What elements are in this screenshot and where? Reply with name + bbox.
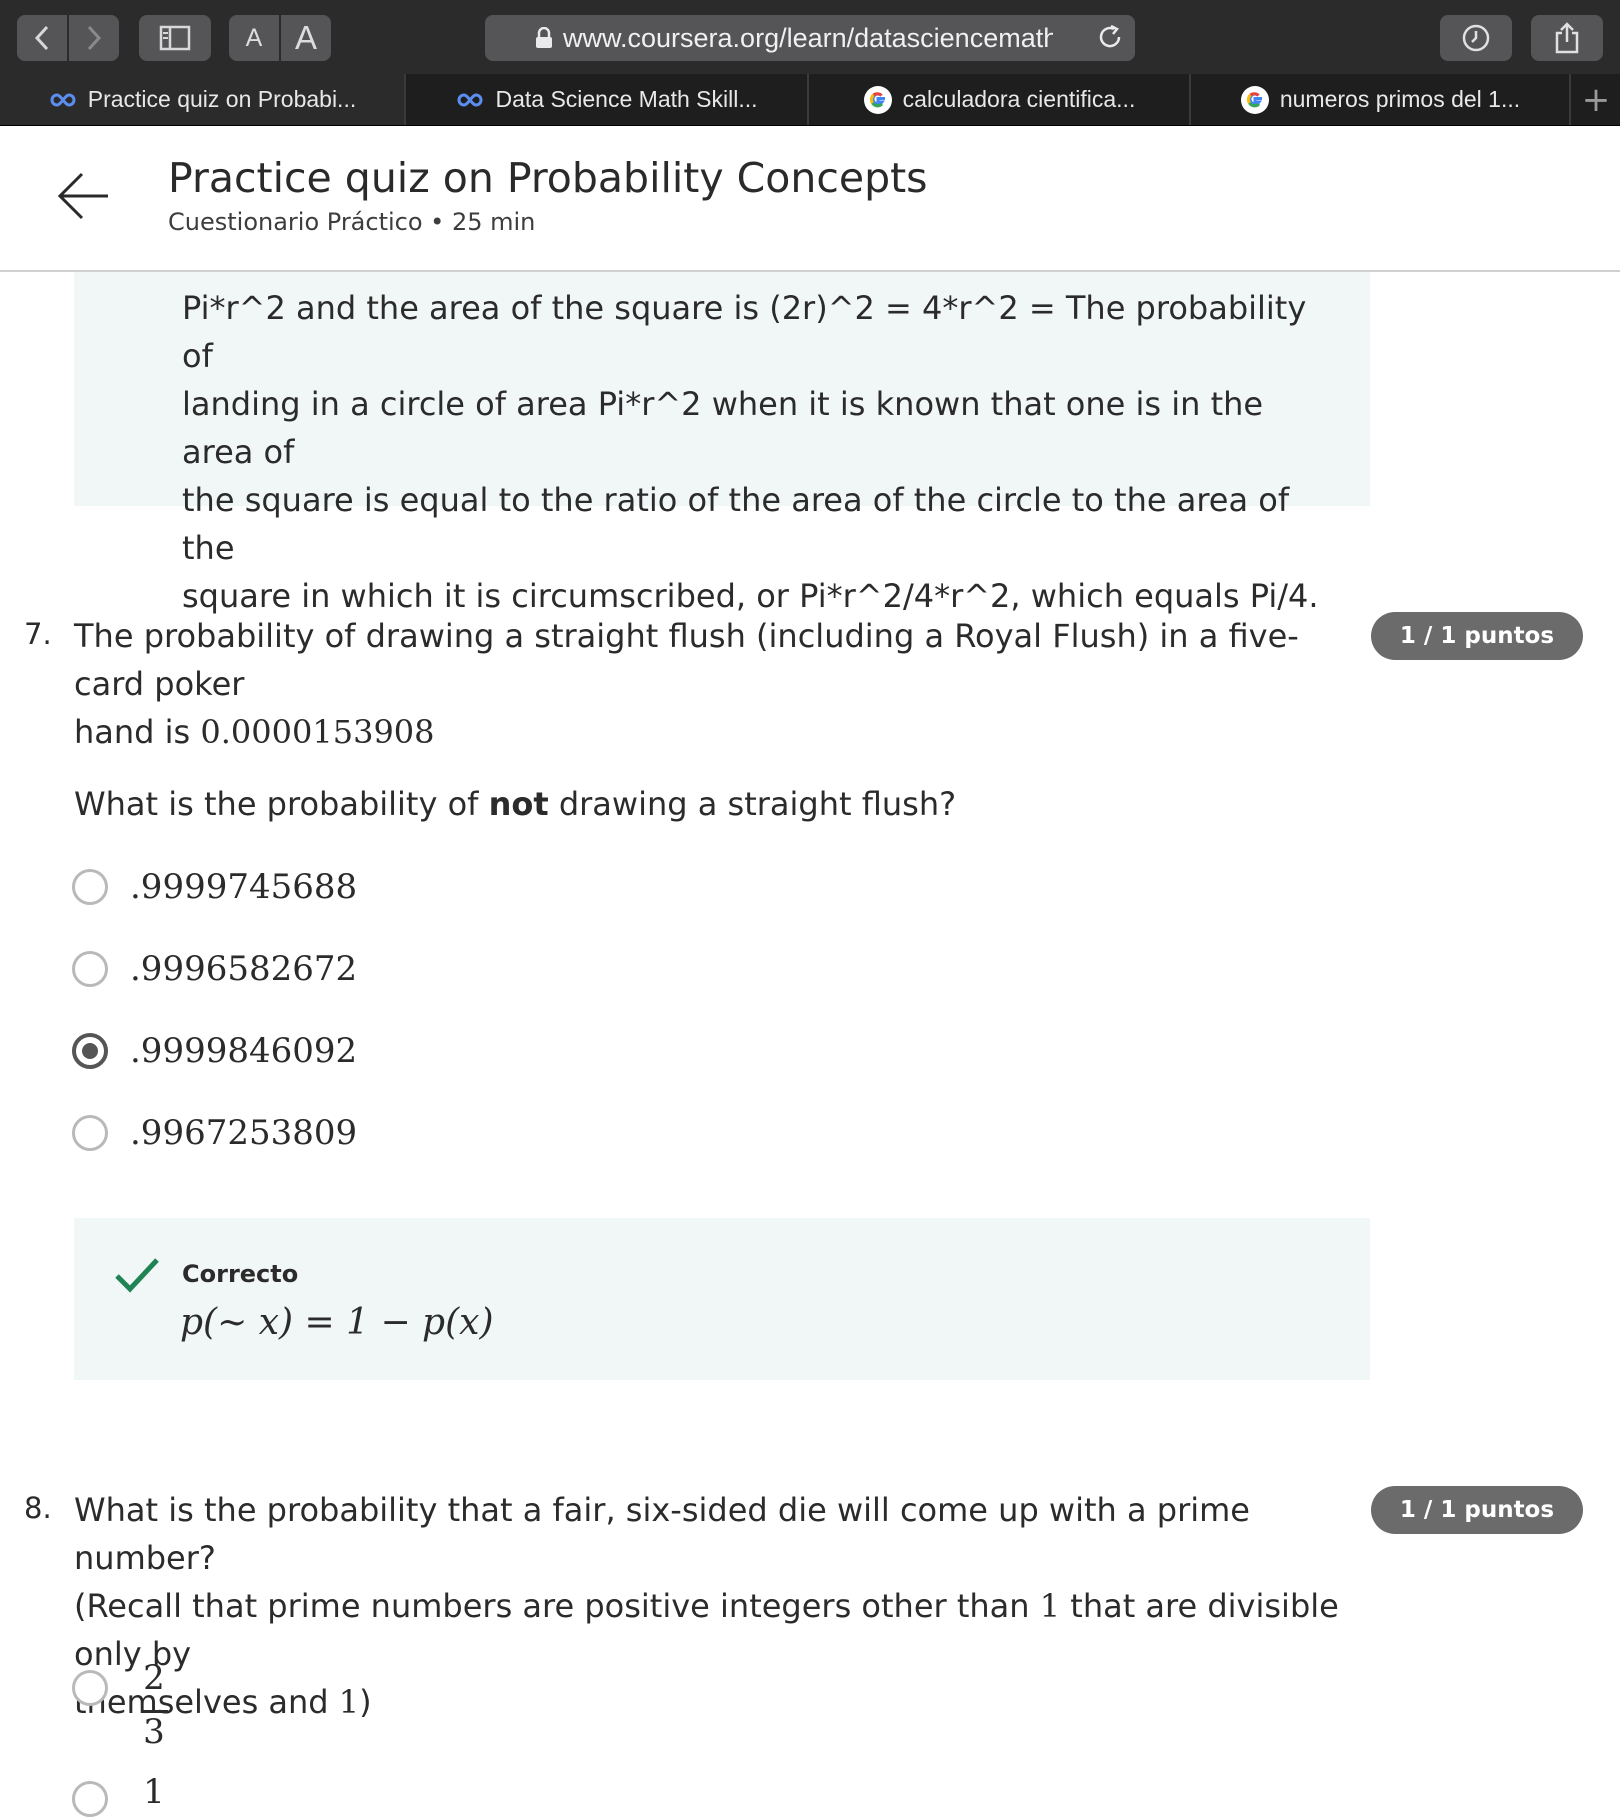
q7-option-1[interactable]: .9999745688 [72,866,357,908]
q7-option-2[interactable]: .9996582672 [72,948,357,990]
clock-icon [1462,24,1490,52]
fraction-denominator: 3 [143,1712,165,1752]
text-larger-button[interactable]: A [281,15,331,61]
tab-numeros-primos[interactable]: numeros primos del 1... [1191,74,1571,125]
page-title: Practice quiz on Probability Concepts [168,154,928,202]
q8-option-2[interactable] [72,1778,108,1820]
q8-question-text: What is the probability that a fair, six… [74,1491,1339,1721]
tab-data-science-math[interactable]: Data Science Math Skill... [406,74,809,125]
google-icon [1240,85,1270,115]
tab-calculadora[interactable]: calculadora cientifica... [809,74,1191,125]
q7-feedback-box: Correcto p(∼ x) = 1 − p(x) [74,1218,1370,1380]
radio-button[interactable] [72,1670,108,1706]
radio-button[interactable] [72,951,108,987]
checkmark-icon [115,1258,159,1293]
share-button[interactable] [1531,15,1603,61]
browser-toolbar: A A www.coursera.org/learn/datasciencema… [0,0,1620,74]
arrow-left-icon[interactable] [56,171,112,221]
sidebar-button[interactable] [139,15,211,61]
tab-bar: Practice quiz on Probabi... Data Science… [0,74,1620,126]
reload-icon[interactable] [1097,24,1125,52]
back-button[interactable] [17,15,67,61]
feedback-formula: p(∼ x) = 1 − p(x) [180,1302,494,1343]
radio-button[interactable] [72,1115,108,1151]
chevron-left-icon [34,25,49,51]
fraction-numerator: 2 [143,1658,165,1698]
new-tab-button[interactable]: + [1572,74,1620,125]
coursera-icon [455,92,485,108]
text-smaller-button[interactable]: A [229,15,279,61]
correct-label: Correcto [182,1260,299,1288]
q7-prompt: What is the probability of not drawing a… [74,785,957,823]
address-bar[interactable]: www.coursera.org/learn/datasciencemathsk… [485,15,1135,61]
q7-question-text: The probability of drawing a straight fl… [74,617,1299,751]
chevron-right-icon [87,25,102,51]
history-button[interactable] [1440,15,1512,61]
radio-button[interactable] [72,869,108,905]
tab-practice-quiz[interactable]: Practice quiz on Probabi... [0,74,406,125]
points-badge: 1 / 1 puntos [1371,612,1583,660]
share-icon [1555,22,1579,54]
coursera-icon [48,92,78,108]
q7-option-4[interactable]: .9967253809 [72,1112,357,1154]
fraction-numerator: 1 [143,1772,165,1812]
radio-button[interactable] [72,1781,108,1817]
forward-button[interactable] [69,15,119,61]
sidebar-icon [159,25,191,51]
q7-option-3[interactable]: .9999846092 [72,1030,357,1072]
q8-option-1[interactable] [72,1667,108,1709]
q6-feedback-text: Pi*r^2 and the area of the square is (2r… [182,289,1319,615]
page-header: Practice quiz on Probability Concepts Cu… [0,126,1620,272]
question-number: 7. [24,617,52,651]
q6-feedback-box: Pi*r^2 and the area of the square is (2r… [74,250,1370,615]
radio-button-selected[interactable] [72,1033,108,1069]
page-subtitle: Cuestionario Práctico • 25 min [168,208,536,236]
google-icon [863,85,893,115]
points-badge: 1 / 1 puntos [1371,1486,1583,1534]
plus-icon: + [1581,79,1611,120]
question-number: 8. [24,1491,52,1525]
url-text: www.coursera.org/learn/datasciencemathsk… [563,23,1053,53]
lock-icon [536,27,552,48]
